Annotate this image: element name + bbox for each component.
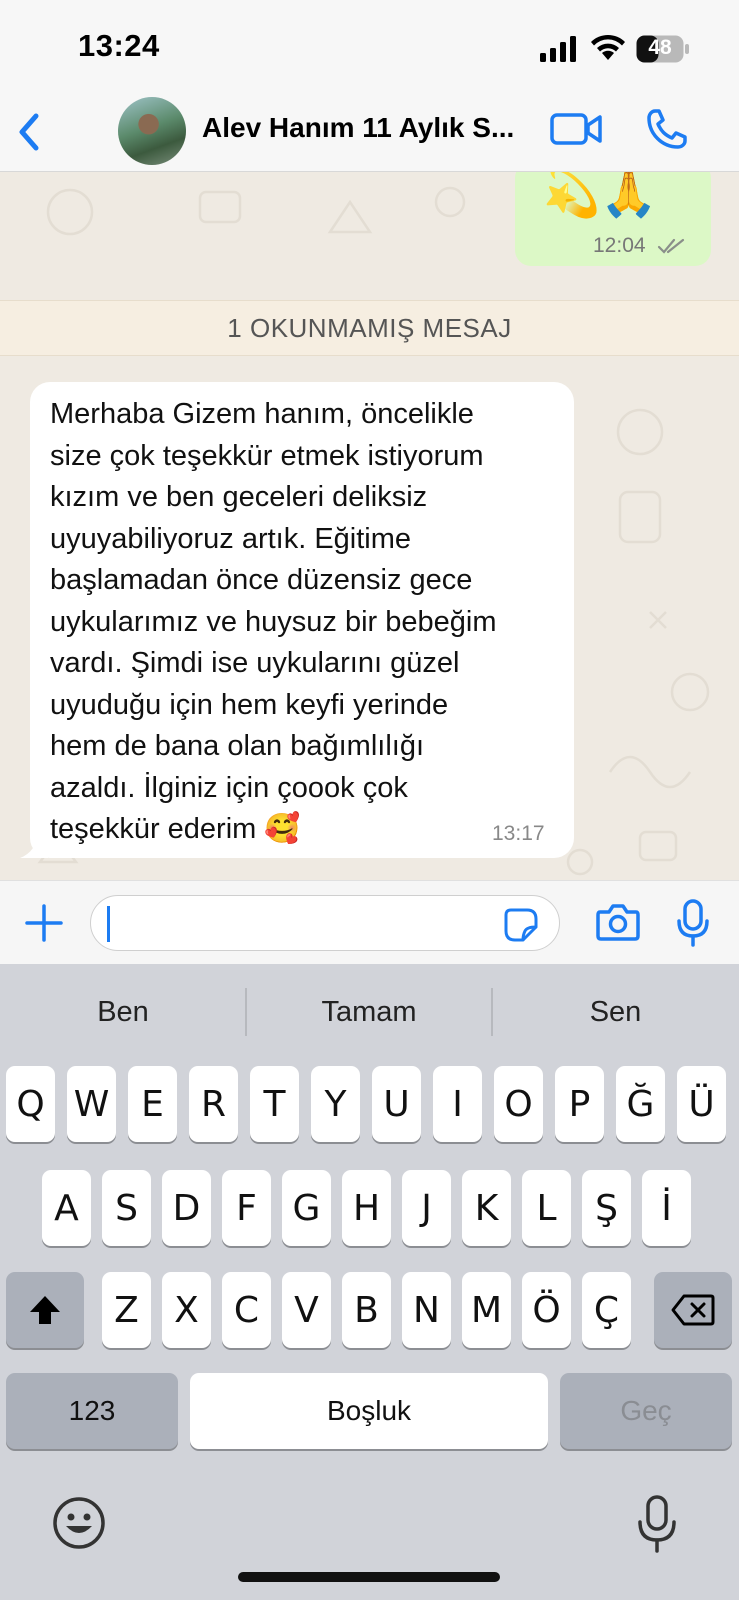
battery-icon: 48 [636,35,690,63]
chat-header: Alev Hanım 11 Aylık S... [0,96,739,172]
sent-message-meta: 12:04 [593,234,687,258]
key-o[interactable]: O [494,1066,543,1142]
unread-messages-banner: 1 OKUNMAMIŞ MESAJ [0,300,739,356]
voice-message-mic-icon[interactable] [676,899,710,947]
key-c[interactable]: C [222,1272,271,1348]
key-p[interactable]: P [555,1066,604,1142]
emoji-keyboard-icon[interactable] [52,1496,106,1550]
home-indicator[interactable] [238,1572,500,1582]
key-l[interactable]: L [522,1170,571,1246]
return-key[interactable]: Geç [560,1373,732,1449]
status-time: 13:24 [78,28,160,63]
cellular-signal-icon [540,36,576,62]
video-call-icon[interactable] [550,112,602,146]
key-a[interactable]: A [42,1170,91,1246]
key-o-umlaut[interactable]: Ö [522,1272,571,1348]
key-t[interactable]: T [250,1066,299,1142]
key-m[interactable]: M [462,1272,511,1348]
key-e[interactable]: E [128,1066,177,1142]
key-i[interactable]: I [433,1066,482,1142]
shift-arrow-icon [30,1296,60,1324]
sticker-icon[interactable] [503,907,539,943]
backspace-icon [671,1294,715,1326]
received-message-time: 13:17 [492,822,545,845]
status-bar: 13:24 48 [0,0,739,96]
contact-name[interactable]: Alev Hanım 11 Aylık S... [202,112,532,144]
back-chevron-icon[interactable] [14,110,44,154]
key-y[interactable]: Y [311,1066,360,1142]
key-j[interactable]: J [402,1170,451,1246]
key-d[interactable]: D [162,1170,211,1246]
key-h[interactable]: H [342,1170,391,1246]
camera-icon[interactable] [596,903,640,941]
sent-message-bubble[interactable]: 💫🙏 12:04 [515,172,711,266]
key-i-dotted[interactable]: İ [642,1170,691,1246]
suggestion-1[interactable]: Ben [0,964,246,1060]
key-s[interactable]: S [102,1170,151,1246]
read-ticks-icon [658,239,685,255]
received-message-bubble[interactable]: Merhaba Gizem hanım, öncelikle size çok … [30,382,574,858]
key-w[interactable]: W [67,1066,116,1142]
key-z[interactable]: Z [102,1272,151,1348]
contact-avatar[interactable] [118,97,186,165]
attach-plus-icon[interactable] [24,903,64,943]
voice-call-icon[interactable] [646,108,688,150]
sent-message-emojis: 💫🙏 [543,172,658,220]
backspace-key[interactable] [654,1272,732,1348]
key-g[interactable]: G [282,1170,331,1246]
key-f[interactable]: F [222,1170,271,1246]
chat-area[interactable]: 💫🙏 12:04 1 OKUNMAMIŞ MESAJ Merhaba Gizem… [0,172,739,880]
message-input[interactable] [90,895,560,951]
shift-key[interactable] [6,1272,84,1348]
key-g-breve[interactable]: Ğ [616,1066,665,1142]
key-b[interactable]: B [342,1272,391,1348]
text-caret [107,906,110,942]
key-q[interactable]: Q [6,1066,55,1142]
sent-message-time: 12:04 [593,234,646,257]
wifi-icon [591,34,625,60]
key-n[interactable]: N [402,1272,451,1348]
dictation-mic-icon[interactable] [636,1494,678,1554]
key-r[interactable]: R [189,1066,238,1142]
suggestion-3[interactable]: Sen [492,964,739,1060]
key-s-cedilla[interactable]: Ş [582,1170,631,1246]
key-k[interactable]: K [462,1170,511,1246]
key-x[interactable]: X [162,1272,211,1348]
numbers-key[interactable]: 123 [6,1373,178,1449]
suggestion-2[interactable]: Tamam [246,964,492,1060]
key-u[interactable]: U [372,1066,421,1142]
key-u-umlaut[interactable]: Ü [677,1066,726,1142]
received-message-text: Merhaba Gizem hanım, öncelikle size çok … [50,398,497,845]
battery-level: 48 [648,36,672,59]
key-v[interactable]: V [282,1272,331,1348]
message-input-bar [0,880,739,964]
key-c-cedilla[interactable]: Ç [582,1272,631,1348]
keyboard: Ben Tamam Sen Q W E R T Y U I O P Ğ Ü A … [0,964,739,1600]
space-key[interactable]: Boşluk [190,1373,548,1449]
